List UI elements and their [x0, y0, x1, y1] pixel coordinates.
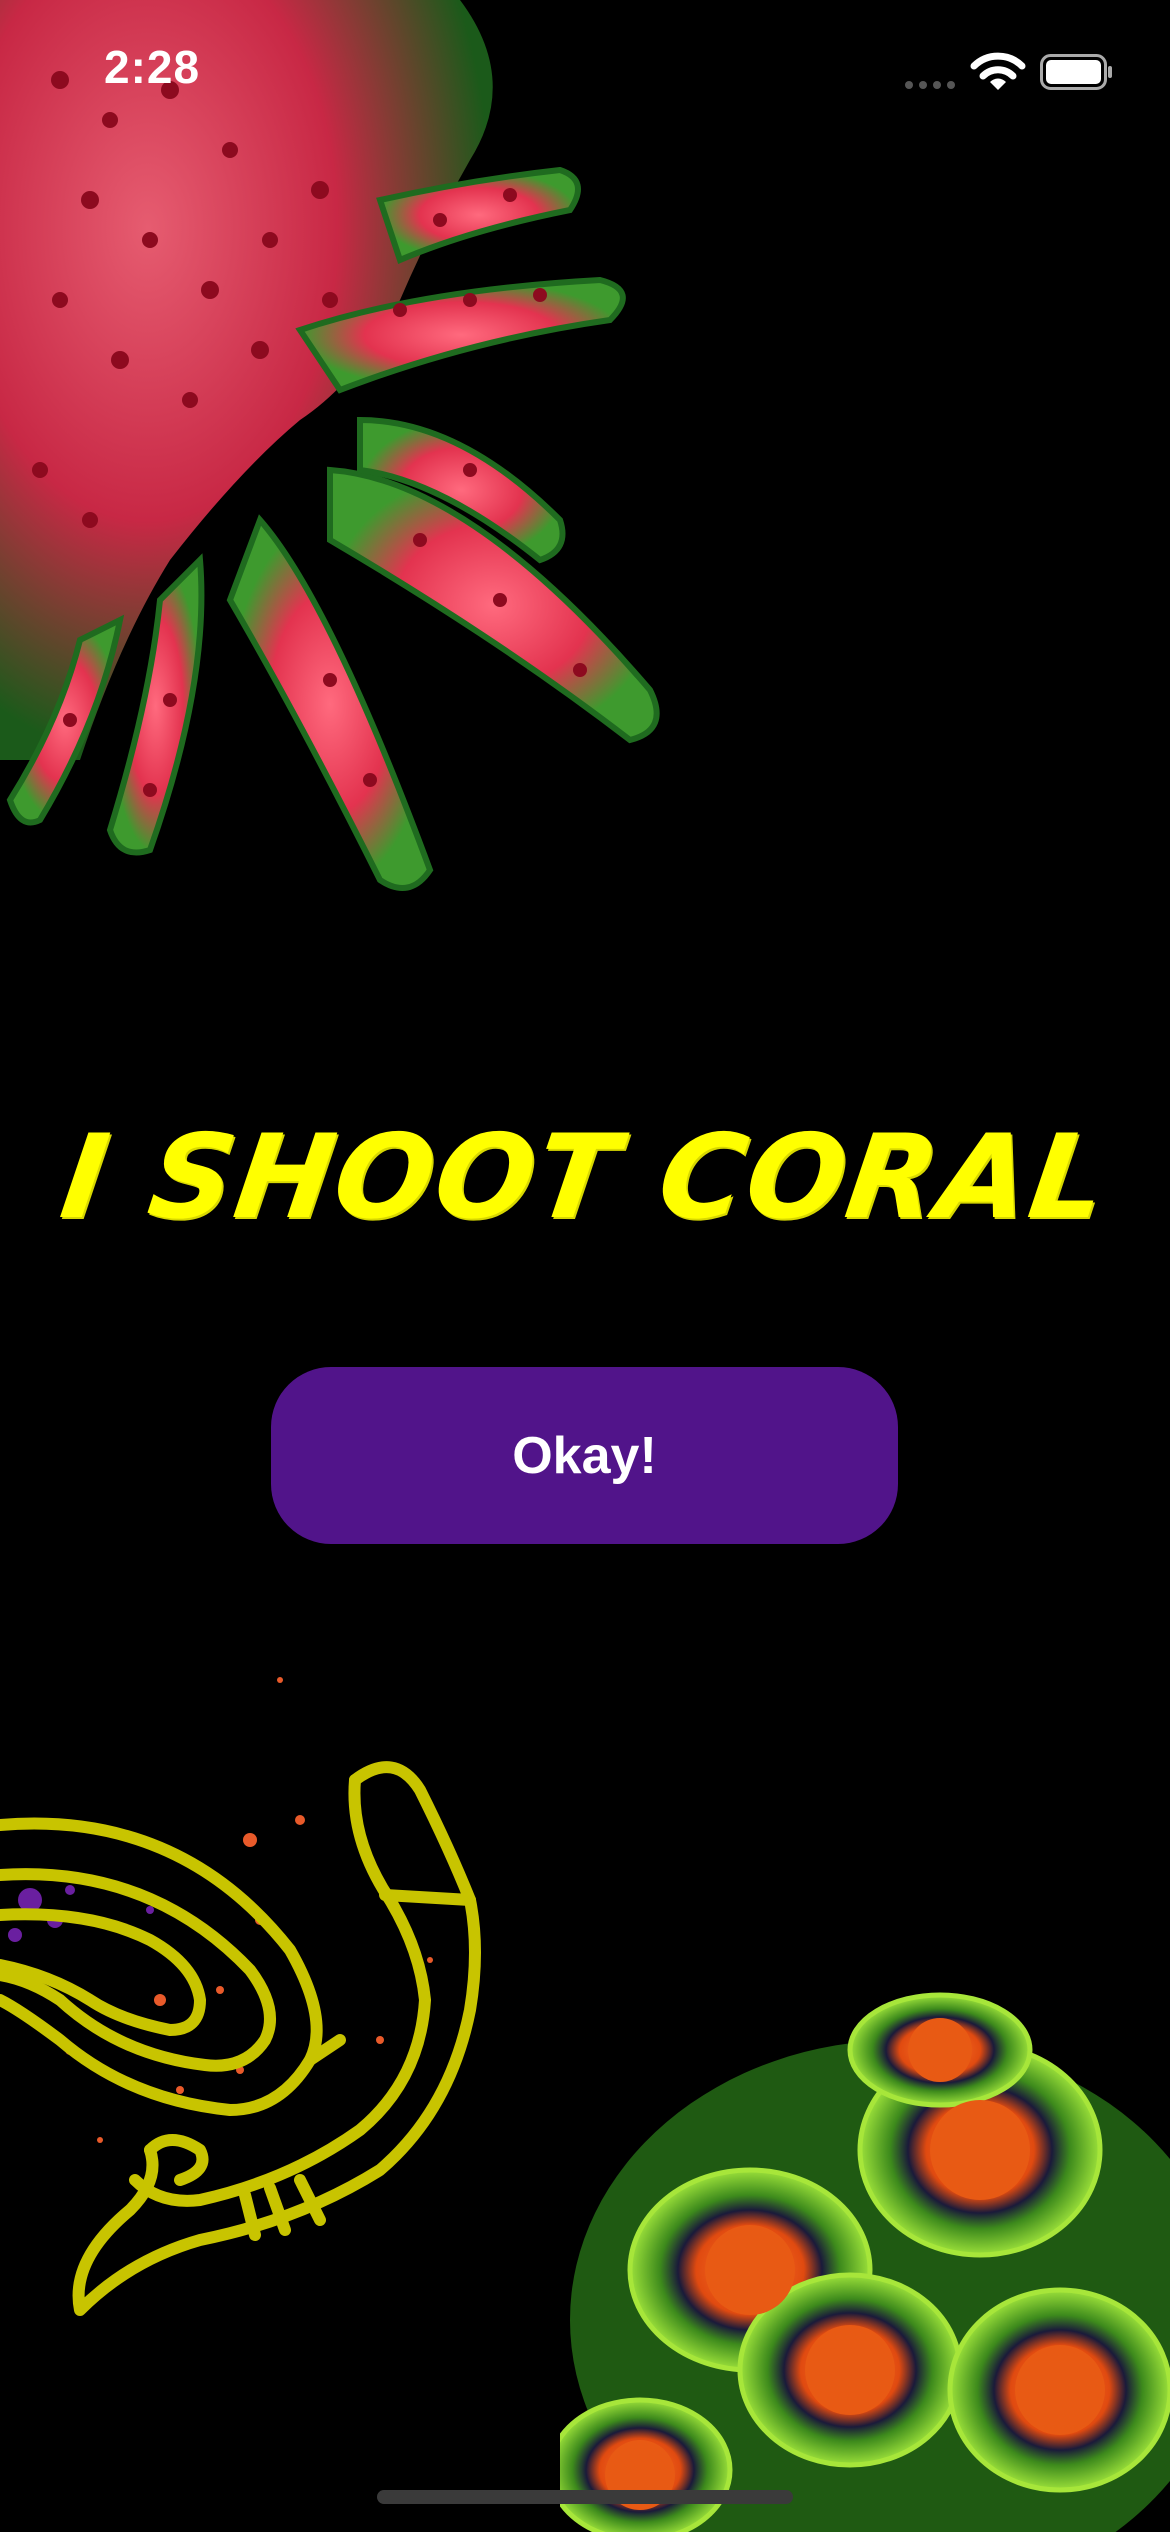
- status-bar: 2:28: [0, 0, 1170, 140]
- battery-icon: [1040, 54, 1112, 90]
- home-indicator[interactable]: [377, 2490, 793, 2504]
- wifi-icon: [970, 52, 1026, 90]
- cellular-signal-icon: [905, 81, 955, 89]
- status-time: 2:28: [104, 41, 201, 93]
- okay-button[interactable]: Okay!: [271, 1367, 898, 1544]
- app-title: I SHOOT CORAL: [53, 1110, 1117, 1245]
- goggles-snorkel-illustration: [0, 1677, 481, 2316]
- coral-photo-bottom: [560, 1992, 1170, 2532]
